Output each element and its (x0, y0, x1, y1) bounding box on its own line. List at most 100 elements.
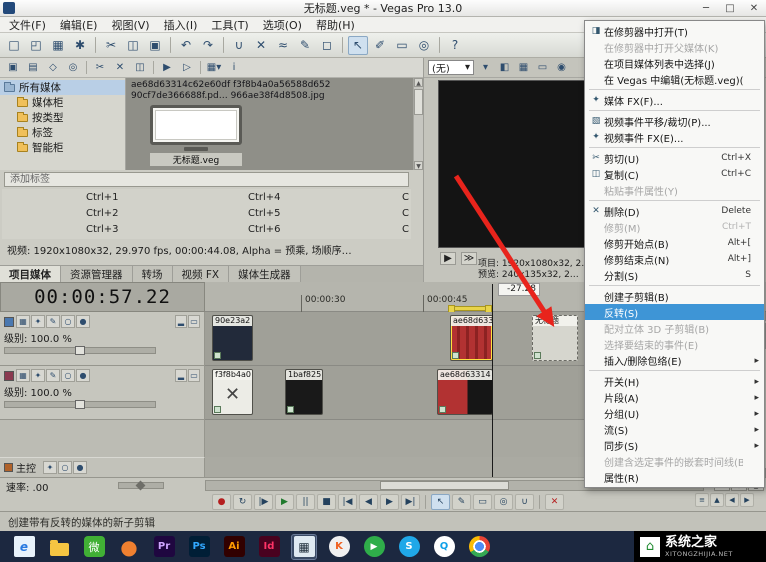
external-monitor-icon[interactable]: ▭ (534, 60, 551, 75)
scrollbar-thumb[interactable] (380, 481, 509, 490)
go-to-end-button[interactable]: ▶| (401, 494, 420, 510)
grid-overlay-icon[interactable]: ▦ (515, 60, 532, 75)
orange-app-icon[interactable]: ● (117, 535, 141, 559)
master-fx-icon[interactable]: ✦ (43, 461, 57, 474)
dock-tab[interactable]: 资源管理器 (61, 266, 133, 282)
context-menu-item[interactable]: 配对立体 3D 子剪辑(B) (585, 320, 764, 336)
mute-icon[interactable]: ○ (61, 369, 75, 382)
copy-media-icon[interactable]: ◫ (131, 60, 149, 76)
browser-icon[interactable]: e (12, 535, 36, 559)
normal-edit-tool-icon[interactable]: ↖ (348, 36, 368, 55)
normal-edit-tool-button[interactable]: ↖ (431, 494, 450, 510)
track-motion-icon[interactable]: ▦ (16, 315, 30, 328)
menubar-item[interactable]: 帮助(H) (309, 17, 362, 33)
remove-media-icon[interactable]: ✕ (111, 60, 129, 76)
auto-preview-icon[interactable]: ▷ (178, 60, 196, 76)
indesign-icon[interactable]: Id (257, 535, 281, 559)
shortcut-row[interactable]: Ctrl+3 Ctrl+6 C (2, 221, 411, 237)
solo-icon[interactable]: ● (76, 369, 90, 382)
view-dropdown-icon[interactable]: ▦▾ (205, 60, 223, 76)
preview-play-button[interactable]: ▶ (440, 252, 456, 265)
context-menu-item[interactable]: 修剪(M) Ctrl+T (585, 219, 764, 235)
track-motion-icon[interactable]: ▦ (16, 369, 30, 382)
mute-icon[interactable]: ○ (61, 315, 75, 328)
dock-tab[interactable]: 视频 FX (173, 266, 230, 282)
media-views-icon[interactable]: ▤ (24, 60, 42, 76)
menubar-item[interactable]: 文件(F) (2, 17, 53, 33)
context-menu-item[interactable]: ◨ 在修剪器中打开(T) (585, 23, 764, 39)
context-menu-item[interactable]: 片段(A) (585, 389, 764, 405)
track-1-header[interactable]: ▦✦✎○● ▂▭ 级别: 100.0 % (0, 312, 205, 366)
track-fx-icon[interactable]: ✦ (31, 369, 45, 382)
preview-quality-icon[interactable]: ▾ (477, 60, 494, 75)
tree-item[interactable]: 标签 (0, 125, 125, 140)
blue-call-icon[interactable]: S (397, 535, 421, 559)
snapping-icon[interactable]: ∪ (229, 36, 249, 55)
paste-icon[interactable]: ▣ (145, 36, 165, 55)
new-project-icon[interactable]: □ (4, 36, 24, 55)
timecode-display[interactable]: 00:00:57.22 (0, 282, 205, 312)
master-mute-icon[interactable]: ○ (58, 461, 72, 474)
go-to-start-button[interactable]: |◀ (338, 494, 357, 510)
scroll-up-icon[interactable]: ▲ (414, 78, 423, 87)
save-icon[interactable]: ▦ (48, 36, 68, 55)
ignore-grouping-icon[interactable]: ◻ (317, 36, 337, 55)
tree-item[interactable]: 智能柜 (0, 140, 125, 155)
play-from-start-button[interactable]: |▶ (254, 494, 273, 510)
dock-tab[interactable]: 项目媒体 (0, 266, 61, 282)
open-icon[interactable]: ◰ (26, 36, 46, 55)
timeline-clip[interactable]: ae68d63314c (450, 315, 493, 361)
prev-frame-button[interactable]: ◀ (359, 494, 378, 510)
master-solo-icon[interactable]: ● (73, 461, 87, 474)
folder-icon[interactable] (47, 535, 71, 559)
cut-icon[interactable]: ✂ (101, 36, 121, 55)
context-menu-item[interactable]: 同步(S) (585, 437, 764, 453)
zoom-edit-tool-icon[interactable]: ◎ (414, 36, 434, 55)
project-thumbnail[interactable] (150, 105, 242, 145)
context-menu-item[interactable]: 在项目媒体列表中选择(J) (585, 55, 764, 71)
track-level-slider[interactable] (4, 401, 156, 408)
preview-skip-button[interactable]: ≫ (461, 252, 477, 265)
rate-slider-thumb[interactable] (136, 481, 146, 491)
context-menu-item[interactable]: 属性(R) (585, 469, 764, 485)
snap-toggle-button[interactable]: ∪ (515, 494, 534, 510)
context-menu-item[interactable]: 流(S) (585, 421, 764, 437)
redo-icon[interactable]: ↷ (198, 36, 218, 55)
new-bin-icon[interactable]: ▣ (4, 60, 22, 76)
context-menu-item[interactable]: 在 Vegas 中编辑(无标题.veg)(E) (585, 71, 764, 87)
context-menu-item[interactable]: 插入/删除包络(E) (585, 352, 764, 368)
context-menu-item[interactable]: ✂ 剪切(U) Ctrl+X (585, 150, 764, 166)
timeline-clip[interactable]: 1baf825 (285, 369, 323, 415)
track-fx-icon[interactable]: ✦ (31, 315, 45, 328)
dock-tab[interactable]: 转场 (133, 266, 173, 282)
timeline-clip[interactable]: 90e23a2 (212, 315, 253, 361)
mixer-toggle-icon[interactable]: ≡ (695, 493, 709, 507)
undo-icon[interactable]: ↶ (176, 36, 196, 55)
pause-button[interactable]: || (296, 494, 315, 510)
slider-thumb[interactable] (75, 346, 85, 355)
media-list-scrollbar[interactable]: ▲ ▼ (413, 78, 423, 170)
solo-icon[interactable]: ● (76, 315, 90, 328)
loop-playback-button[interactable]: ↻ (233, 494, 252, 510)
maximize-button[interactable]: □ (722, 3, 738, 14)
context-menu-item[interactable]: ✦ 视频事件 FX(E)... (585, 129, 764, 145)
restore-track-icon[interactable]: ▭ (188, 315, 200, 328)
auto-ripple-icon[interactable]: ≈ (273, 36, 293, 55)
qq-icon[interactable]: Q (432, 535, 456, 559)
tree-item[interactable]: 媒体柜 (0, 95, 125, 110)
shortcut-row[interactable]: Ctrl+2 Ctrl+5 C (2, 205, 411, 221)
context-menu-item[interactable]: 开关(H) (585, 373, 764, 389)
media-list[interactable]: ae68d63314c62e60df f3f8b4a0a56588d652 90… (126, 78, 413, 170)
add-tag-input[interactable]: 添加标签 (4, 172, 409, 187)
shortcut-row[interactable]: Ctrl+1 Ctrl+4 C (2, 189, 411, 205)
tag-icon[interactable]: ◇ (44, 60, 62, 76)
stop-button[interactable]: ■ (317, 494, 336, 510)
context-menu-item[interactable]: 在修剪器中打开父媒体(K) (585, 39, 764, 55)
restore-track-icon[interactable]: ▭ (188, 369, 200, 382)
photoshop-icon[interactable]: Ps (187, 535, 211, 559)
playhead-cursor[interactable] (492, 284, 493, 477)
context-menu-item[interactable]: ◫ 复制(C) Ctrl+C (585, 166, 764, 182)
auto-crossfade-icon[interactable]: ✕ (251, 36, 271, 55)
timeline-clip[interactable]: f3f8b4a0 (212, 369, 253, 415)
context-menu-item[interactable]: 选择要结束的事件(E) (585, 336, 764, 352)
